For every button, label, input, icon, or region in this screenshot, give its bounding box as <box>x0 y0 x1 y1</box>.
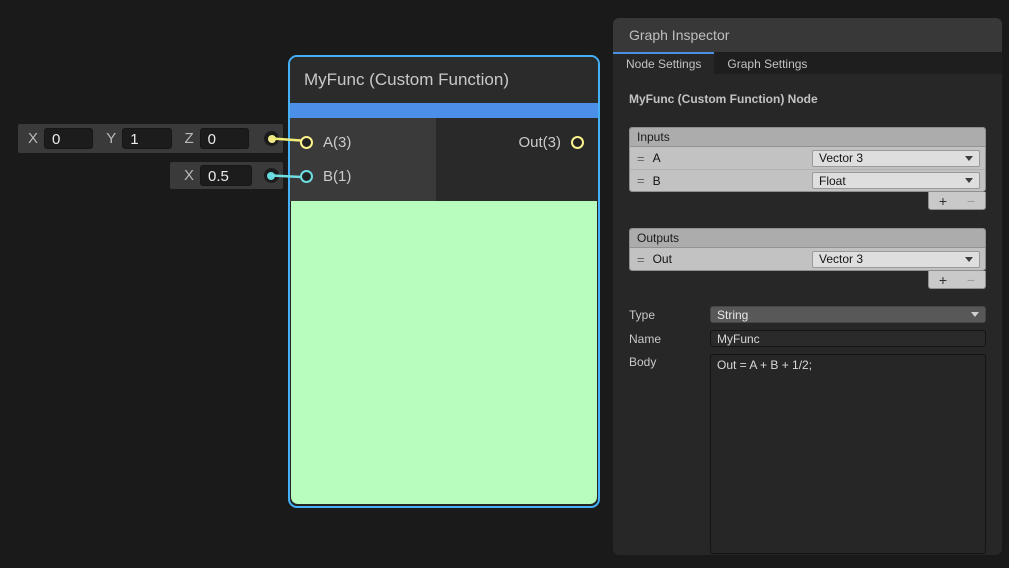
outputs-list: Outputs = Out Vector 3 + − <box>629 228 986 289</box>
drag-handle-icon[interactable]: = <box>637 151 644 166</box>
node-preview <box>291 201 597 504</box>
float-input-widget: X 0.5 <box>170 162 283 189</box>
tab-node-settings-label: Node Settings <box>626 57 701 71</box>
inspector-titlebar[interactable]: Graph Inspector <box>613 18 1002 52</box>
input-port-row-b: B(1) <box>290 159 436 193</box>
input-b-type-dropdown[interactable]: Float <box>812 172 980 189</box>
drag-handle-icon[interactable]: = <box>637 252 644 267</box>
name-field[interactable]: MyFunc <box>710 330 986 347</box>
vector3-input-widget: X 0 Y 1 Z 0 <box>18 124 283 153</box>
remove-output-button[interactable]: − <box>967 273 975 287</box>
port-socket <box>264 131 279 146</box>
body-label: Body <box>629 354 710 369</box>
inputs-list: Inputs = A Vector 3 = B Float <box>629 127 986 210</box>
input-row-b[interactable]: = B Float <box>630 169 985 191</box>
node-title: MyFunc (Custom Function) <box>304 70 509 90</box>
type-row: Type String <box>629 306 986 323</box>
outputs-list-title: Outputs <box>637 231 679 245</box>
graph-inspector-panel: Graph Inspector Node Settings Graph Sett… <box>613 18 1002 555</box>
inputs-list-footer: + − <box>928 192 986 210</box>
outputs-list-footer-wrap: + − <box>629 271 986 289</box>
port-b-label: B(1) <box>323 168 351 185</box>
node-input-ports: A(3) B(1) <box>290 118 436 201</box>
output-row-out-name: Out <box>653 252 672 266</box>
node-output-ports: Out(3) <box>436 118 598 201</box>
port-out-label: Out(3) <box>518 134 561 151</box>
name-label: Name <box>629 331 710 346</box>
function-properties: Type String Name MyFunc Body Out = A + B… <box>629 306 986 554</box>
port-socket <box>264 168 279 183</box>
vector3-x-label: X <box>28 130 38 147</box>
inputs-list-footer-wrap: + − <box>629 192 986 210</box>
inspector-title: Graph Inspector <box>629 27 729 43</box>
input-row-a-name: A <box>653 151 661 165</box>
chevron-down-icon <box>971 312 979 317</box>
port-dot-icon <box>267 172 275 180</box>
outputs-list-header: Outputs <box>630 229 985 248</box>
outputs-list-footer: + − <box>928 271 986 289</box>
vector3-y-label: Y <box>106 130 116 147</box>
inputs-list-title: Inputs <box>637 130 670 144</box>
port-out-icon[interactable] <box>571 136 584 149</box>
float-x-field[interactable]: 0.5 <box>200 165 252 186</box>
node-header[interactable]: MyFunc (Custom Function) <box>290 57 598 103</box>
port-a-icon[interactable] <box>300 136 313 149</box>
inputs-list-box: Inputs = A Vector 3 = B Float <box>629 127 986 192</box>
body-field[interactable]: Out = A + B + 1/2; <box>710 354 986 554</box>
input-a-type-dropdown[interactable]: Vector 3 <box>812 150 980 167</box>
name-row: Name MyFunc <box>629 330 986 347</box>
float-x-label: X <box>184 167 194 184</box>
add-input-button[interactable]: + <box>939 194 947 208</box>
output-row-out[interactable]: = Out Vector 3 <box>630 248 985 270</box>
input-row-b-name: B <box>653 174 661 188</box>
output-out-type-value: Vector 3 <box>819 252 965 266</box>
tab-node-settings[interactable]: Node Settings <box>613 52 714 74</box>
inspector-body: MyFunc (Custom Function) Node Inputs = A… <box>613 74 1002 554</box>
chevron-down-icon <box>965 178 973 183</box>
port-dot-icon <box>268 135 276 143</box>
type-value: String <box>717 308 971 322</box>
node-settings-heading: MyFunc (Custom Function) Node <box>629 92 986 106</box>
output-out-type-dropdown[interactable]: Vector 3 <box>812 251 980 268</box>
drag-handle-icon[interactable]: = <box>637 173 644 188</box>
custom-function-node[interactable]: MyFunc (Custom Function) A(3) B(1) Out(3… <box>288 55 600 508</box>
port-b-icon[interactable] <box>300 170 313 183</box>
port-a-label: A(3) <box>323 134 351 151</box>
float-output-port[interactable] <box>260 165 282 187</box>
inspector-tabbar: Node Settings Graph Settings <box>613 52 1002 74</box>
output-port-row-out: Out(3) <box>436 125 598 159</box>
vector3-z-field[interactable]: 0 <box>200 128 249 149</box>
input-port-row-a: A(3) <box>290 125 436 159</box>
node-accent-bar <box>290 103 598 118</box>
tab-graph-settings[interactable]: Graph Settings <box>714 52 820 74</box>
type-label: Type <box>629 307 710 322</box>
type-dropdown[interactable]: String <box>710 306 986 323</box>
input-row-a[interactable]: = A Vector 3 <box>630 147 985 169</box>
chevron-down-icon <box>965 257 973 262</box>
inputs-list-header: Inputs <box>630 128 985 147</box>
input-b-type-value: Float <box>819 174 965 188</box>
tab-graph-settings-label: Graph Settings <box>727 57 807 71</box>
outputs-list-box: Outputs = Out Vector 3 <box>629 228 986 271</box>
body-row: Body Out = A + B + 1/2; <box>629 354 986 554</box>
vector3-x-field[interactable]: 0 <box>44 128 93 149</box>
add-output-button[interactable]: + <box>939 273 947 287</box>
input-a-type-value: Vector 3 <box>819 151 965 165</box>
vector3-y-field[interactable]: 1 <box>122 128 171 149</box>
node-ports: A(3) B(1) Out(3) <box>290 118 598 201</box>
vector3-z-label: Z <box>185 130 194 147</box>
chevron-down-icon <box>965 156 973 161</box>
remove-input-button[interactable]: − <box>967 194 975 208</box>
vector3-output-port[interactable] <box>262 128 282 150</box>
